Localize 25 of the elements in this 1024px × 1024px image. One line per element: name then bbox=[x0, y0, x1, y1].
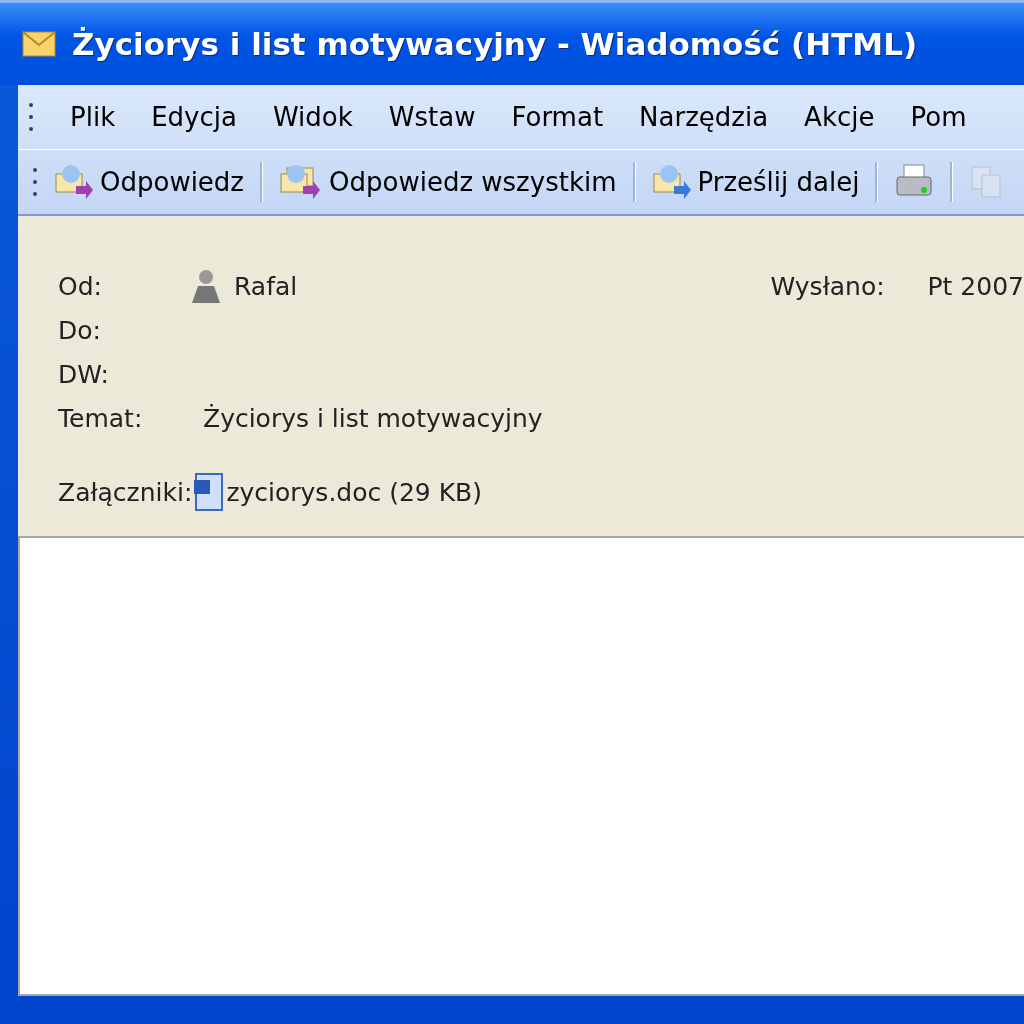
grip-icon bbox=[28, 101, 34, 133]
menu-item[interactable]: Plik bbox=[70, 102, 116, 132]
menu-item[interactable]: Edycja bbox=[151, 102, 237, 132]
field-label: DW: bbox=[58, 359, 110, 389]
field-label: Do: bbox=[58, 315, 102, 345]
grip-icon bbox=[32, 166, 38, 198]
window-title: Życiorys i list motywacyjny - Wiadomość (HTML) bbox=[72, 26, 918, 62]
menu-item[interactable]: Widok bbox=[272, 102, 353, 132]
attachment-link[interactable]: zyciorys.doc (29 KB) bbox=[226, 477, 482, 507]
sent-date: Pt 2007 bbox=[927, 271, 1024, 301]
menu-item[interactable]: Narzędzia bbox=[639, 102, 769, 132]
field-label: Od: bbox=[58, 271, 103, 301]
field-label: Temat: bbox=[58, 403, 144, 433]
sender-name[interactable]: Rafal bbox=[234, 271, 298, 301]
menu-item[interactable]: Format bbox=[511, 102, 604, 132]
subject-text: Życiorys i list motywacyjny bbox=[203, 403, 543, 433]
toolbar-button[interactable]: Odpowiedz bbox=[48, 158, 250, 206]
envelope-icon bbox=[22, 31, 56, 57]
menu-item[interactable]: Wstaw bbox=[388, 102, 476, 132]
menu-item[interactable]: Pom bbox=[910, 102, 967, 132]
field-label: Wysłano: bbox=[770, 271, 886, 301]
toolbar-button[interactable]: Prześlij dalej bbox=[645, 158, 866, 206]
toolbar-button[interactable]: Odpowiedz wszystkim bbox=[273, 158, 623, 206]
menu-item[interactable]: Akcje bbox=[804, 102, 875, 132]
field-label: Załączniki: bbox=[58, 477, 193, 507]
